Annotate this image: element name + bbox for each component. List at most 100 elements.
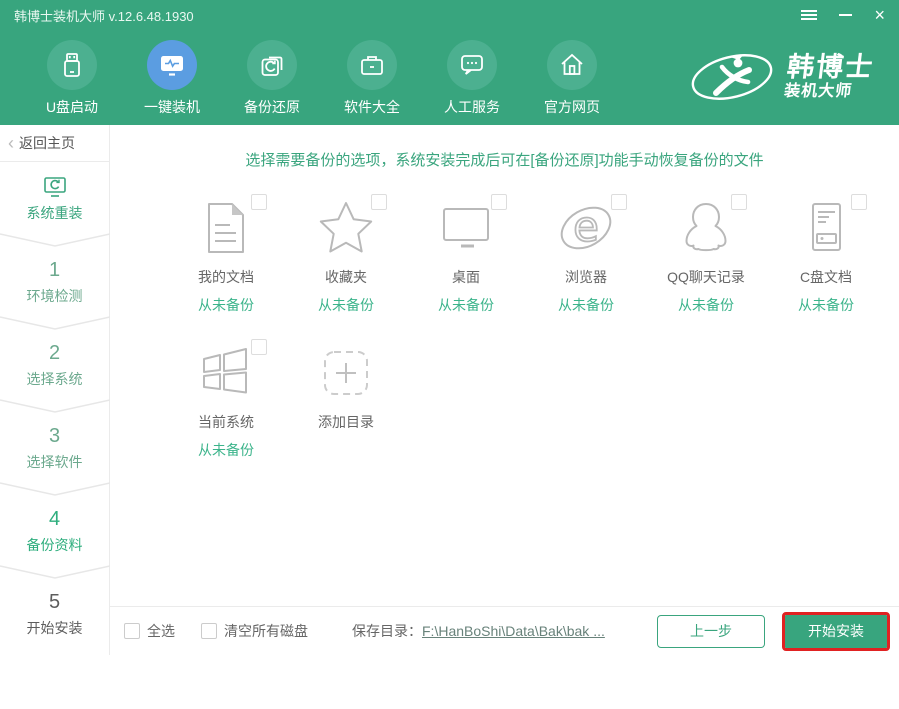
document-icon [194,196,258,260]
nav-label: 备份还原 [244,97,300,117]
nav-label: 一键装机 [144,97,200,117]
backup-item-browser[interactable]: e 浏览器 从未备份 [526,196,646,315]
ie-browser-icon: e [554,196,618,260]
step-label: 环境检测 [0,286,109,306]
item-checkbox[interactable] [251,194,267,210]
system-reinstall-icon [42,176,68,200]
chevron-down-separator [0,233,110,247]
app-window: 韩博士装机大师 v.12.6.48.1930 × U盘启动 [0,0,899,655]
sidebar-step-4-current: 4 备份资料 [0,502,109,555]
step-label: 备份资料 [0,535,109,555]
window-title: 韩博士装机大师 v.12.6.48.1930 [14,6,194,25]
sidebar-step-1: 1 环境检测 [0,253,109,306]
nav-label: U盘启动 [46,97,98,117]
item-checkbox[interactable] [371,194,387,210]
logo-line1: 韩博士 [786,54,876,81]
item-status: 从未备份 [198,440,254,460]
windows-logo-icon [194,341,258,405]
sidebar-section-label: 系统重装 [0,203,109,223]
nav-backup-restore[interactable]: 备份还原 [222,40,322,117]
nav-label: 人工服务 [444,97,500,117]
chat-bubble-icon [447,40,497,90]
item-label: QQ聊天记录 [667,267,745,287]
backup-item-favorites[interactable]: 收藏夹 从未备份 [286,196,406,315]
item-label: 浏览器 [565,267,607,287]
nav-usb-boot[interactable]: U盘启动 [22,40,122,117]
item-label: 添加目录 [318,412,374,432]
chevron-down-separator [0,316,110,330]
nav-official-website[interactable]: 官方网页 [522,40,622,117]
sidebar-step-2: 2 选择系统 [0,336,109,389]
step-number: 1 [0,259,109,282]
desktop-monitor-icon [434,196,498,260]
nav-human-service[interactable]: 人工服务 [422,40,522,117]
clear-disks-label: 清空所有磁盘 [224,621,308,641]
step-number: 4 [0,508,109,531]
step-number: 5 [0,591,109,614]
sidebar-step-5: 5 开始安装 [0,585,109,638]
start-install-button[interactable]: 开始安装 [785,615,887,648]
chevron-down-separator [0,565,110,579]
sidebar-section-reinstall: 系统重装 [0,162,109,223]
c-drive-document-icon [794,196,858,260]
step-label: 选择系统 [0,369,109,389]
runner-logo-icon [686,46,778,108]
backup-item-desktop[interactable]: 桌面 从未备份 [406,196,526,315]
step-number: 2 [0,342,109,365]
usb-icon [47,40,97,90]
menu-icon[interactable] [801,10,817,20]
backup-item-my-documents[interactable]: 我的文档 从未备份 [166,196,286,315]
save-dir-path-link[interactable]: F:\HanBoShi\Data\Bak\bak ... [422,623,605,639]
item-status: 从未备份 [678,295,734,315]
step-label: 开始安装 [0,618,109,638]
item-label: 桌面 [452,267,480,287]
close-icon[interactable]: × [874,6,885,24]
item-label: 当前系统 [198,412,254,432]
item-status: 从未备份 [438,295,494,315]
nav-software-collection[interactable]: 软件大全 [322,40,422,117]
backup-item-qq-history[interactable]: QQ聊天记录 从未备份 [646,196,766,315]
chevron-left-icon: ‹ [8,133,14,154]
item-label: 我的文档 [198,267,254,287]
nav-label: 软件大全 [344,97,400,117]
select-all-group[interactable]: 全选 [124,621,175,641]
back-home-label: 返回主页 [19,133,75,153]
header-nav: U盘启动 一键装机 备份还原 [0,30,899,125]
step-number: 3 [0,425,109,448]
monitor-pulse-icon [147,40,197,90]
backup-item-add-directory[interactable]: 添加目录 [286,341,406,460]
nav-one-key-install[interactable]: 一键装机 [122,40,222,117]
logo-line2: 装机大师 [783,84,872,100]
select-all-label: 全选 [147,621,175,641]
chevron-down-separator [0,482,110,496]
clear-disks-checkbox[interactable] [201,623,217,639]
save-dir-label: 保存目录： [352,621,422,641]
backup-instruction-text: 选择需要备份的选项，系统安装完成后可在[备份还原]功能手动恢复备份的文件 [110,149,899,170]
item-checkbox[interactable] [611,194,627,210]
item-status: 从未备份 [318,295,374,315]
back-home-button[interactable]: ‹ 返回主页 [0,125,109,162]
item-label: C盘文档 [800,267,852,287]
star-icon [314,196,378,260]
select-all-checkbox[interactable] [124,623,140,639]
item-checkbox[interactable] [491,194,507,210]
item-status: 从未备份 [798,295,854,315]
backup-restore-icon [247,40,297,90]
backup-item-c-drive-docs[interactable]: C盘文档 从未备份 [766,196,886,315]
backup-item-current-system[interactable]: 当前系统 从未备份 [166,341,286,460]
footer-bar: 全选 清空所有磁盘 保存目录： F:\HanBoShi\Data\Bak\bak… [110,606,899,655]
item-checkbox[interactable] [251,339,267,355]
nav-label: 官方网页 [544,97,600,117]
step-label: 选择软件 [0,452,109,472]
previous-step-button[interactable]: 上一步 [657,615,765,648]
clear-disks-group[interactable]: 清空所有磁盘 [201,621,308,641]
chevron-down-separator [0,399,110,413]
item-checkbox[interactable] [731,194,747,210]
add-directory-icon [314,341,378,405]
qq-penguin-icon [674,196,738,260]
home-icon [547,40,597,90]
item-checkbox[interactable] [851,194,867,210]
title-bar: 韩博士装机大师 v.12.6.48.1930 × [0,0,899,30]
item-status: 从未备份 [198,295,254,315]
minimize-icon[interactable] [839,14,852,16]
